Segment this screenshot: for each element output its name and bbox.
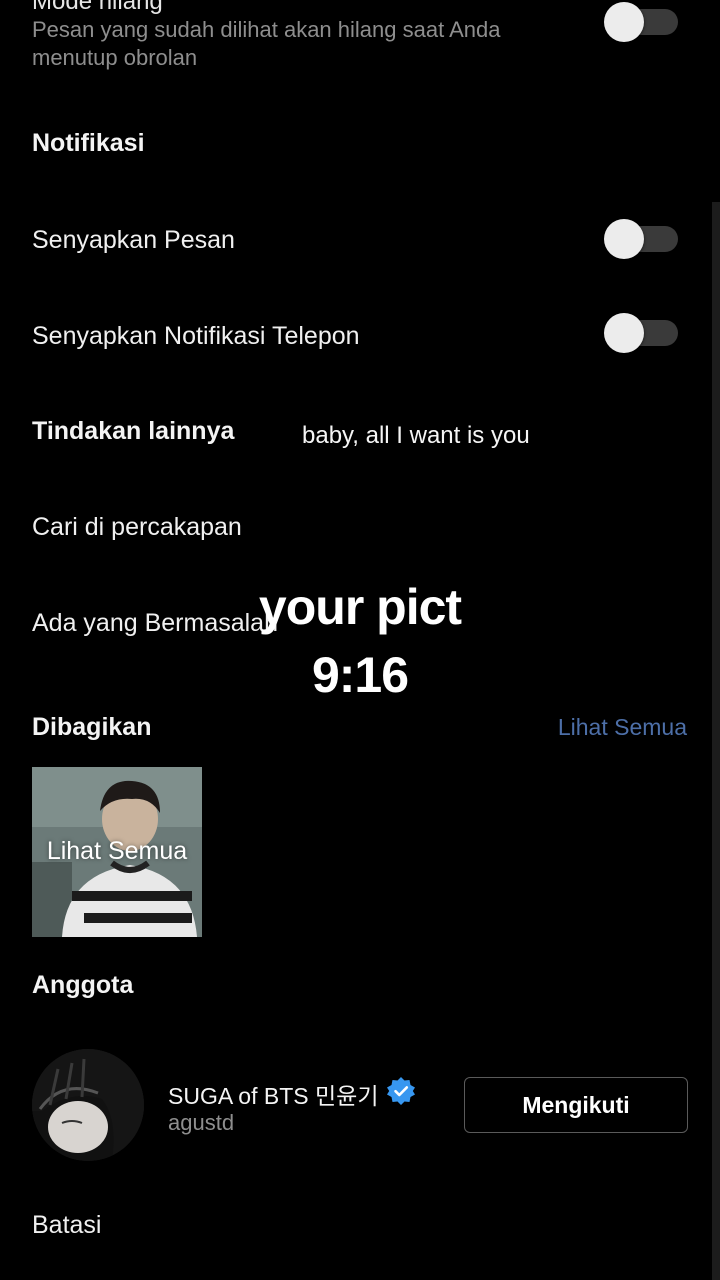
toggle-knob	[604, 2, 644, 42]
disappearing-mode-toggle[interactable]	[604, 2, 678, 42]
mute-calls-label[interactable]: Senyapkan Notifikasi Telepon	[32, 322, 360, 351]
verified-badge-icon	[386, 1076, 416, 1112]
overlay-caption-line2: 9:16	[311, 647, 409, 703]
mute-messages-label[interactable]: Senyapkan Pesan	[32, 226, 235, 255]
shared-heading: Dibagikan	[32, 713, 152, 741]
shared-media-thumbnail[interactable]: Lihat Semua	[32, 767, 202, 937]
more-actions-heading: Tindakan lainnya	[32, 417, 235, 445]
member-username: agustd	[168, 1110, 235, 1135]
toggle-knob	[604, 219, 644, 259]
toggle-knob	[604, 313, 644, 353]
member-name: SUGA of BTS 민윤기	[168, 1083, 379, 1109]
notifications-heading: Notifikasi	[32, 129, 145, 157]
mute-calls-toggle[interactable]	[604, 313, 678, 353]
scrollbar[interactable]	[712, 202, 720, 1280]
search-in-conversation[interactable]: Cari di percakapan	[32, 513, 242, 542]
mute-messages-toggle[interactable]	[604, 219, 678, 259]
member-name-row[interactable]: SUGA of BTS 민윤기	[168, 1076, 416, 1112]
avatar[interactable]	[32, 1049, 144, 1161]
avatar-image	[32, 1049, 144, 1161]
disappearing-mode-description: Pesan yang sudah dilihat akan hilang saa…	[32, 17, 501, 70]
restrict-option[interactable]: Batasi	[32, 1211, 101, 1240]
disappearing-mode-title: Mode hilang	[32, 0, 163, 15]
overlay-lyric-text: baby, all I want is you	[302, 422, 530, 449]
overlay-caption-line1: your pict	[258, 579, 462, 635]
following-button[interactable]: Mengikuti	[464, 1077, 688, 1133]
thumbnail-caption: Lihat Semua	[46, 837, 188, 865]
see-all-link[interactable]: Lihat Semua	[558, 714, 687, 741]
members-heading: Anggota	[32, 971, 134, 999]
